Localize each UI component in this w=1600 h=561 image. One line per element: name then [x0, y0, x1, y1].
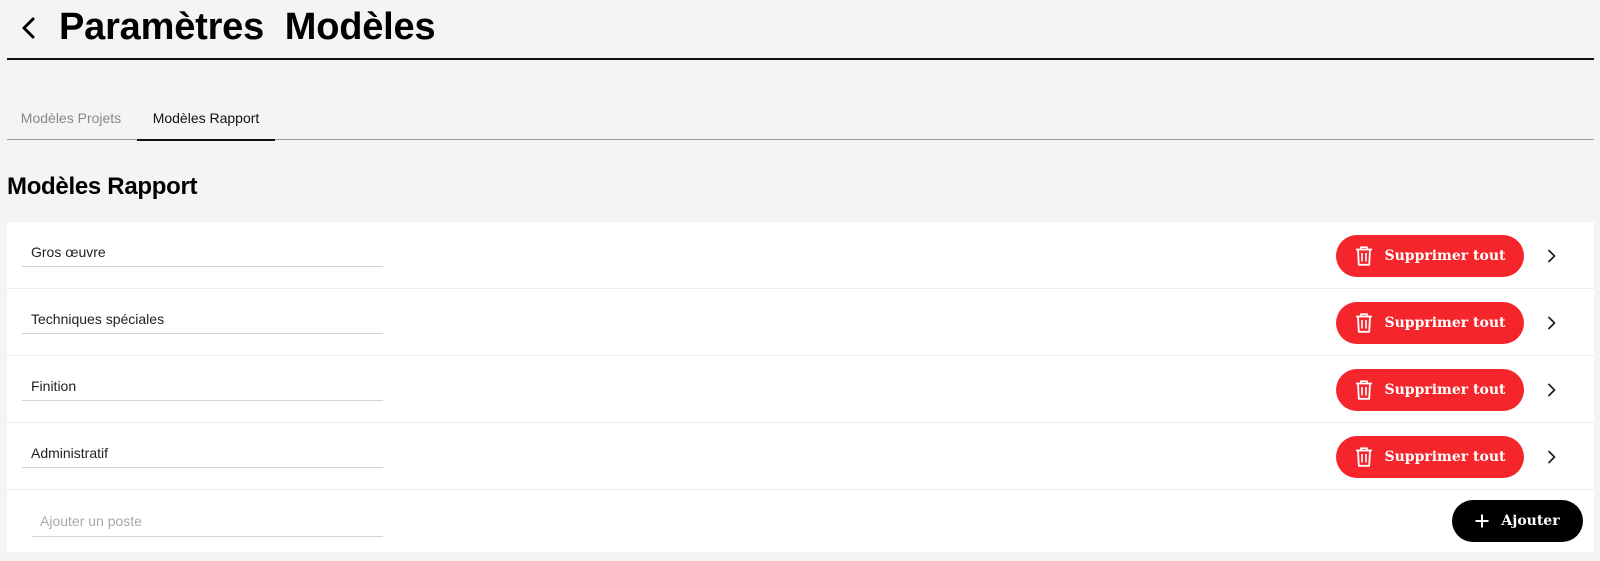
- row-name-field[interactable]: Administratif: [22, 438, 383, 468]
- settings-page: Paramètres Modèles Modèles Projets Modèl…: [0, 0, 1600, 561]
- open-row-button[interactable]: [1541, 245, 1563, 267]
- trash-icon: [1355, 246, 1372, 266]
- delete-all-label: Supprimer tout: [1384, 449, 1506, 465]
- delete-all-button[interactable]: Supprimer tout: [1336, 436, 1524, 478]
- row-name-field[interactable]: Gros œuvre: [22, 237, 383, 267]
- delete-all-button[interactable]: Supprimer tout: [1336, 369, 1524, 411]
- list-item: Administratif Supprimer tout: [7, 423, 1594, 490]
- delete-all-label: Supprimer tout: [1384, 315, 1506, 331]
- add-item-row: Ajouter: [7, 490, 1594, 552]
- chevron-right-icon: [1548, 316, 1556, 330]
- row-name-field[interactable]: Finition: [22, 371, 383, 401]
- delete-all-label: Supprimer tout: [1384, 248, 1506, 264]
- delete-all-button[interactable]: Supprimer tout: [1336, 302, 1524, 344]
- plus-icon: [1475, 514, 1489, 528]
- tab-modeles-rapport[interactable]: Modèles Rapport: [137, 96, 275, 141]
- tab-bar: Modèles Projets Modèles Rapport: [7, 96, 1594, 141]
- chevron-left-icon: [22, 17, 35, 39]
- row-name-field[interactable]: Techniques spéciales: [22, 304, 383, 334]
- trash-icon: [1355, 313, 1372, 333]
- delete-all-button[interactable]: Supprimer tout: [1336, 235, 1524, 277]
- page-header: Paramètres Modèles: [7, 0, 1594, 60]
- chevron-right-icon: [1548, 383, 1556, 397]
- add-item-input[interactable]: [32, 505, 383, 537]
- list-item: Gros œuvre Supprimer tout: [7, 222, 1594, 289]
- open-row-button[interactable]: [1541, 312, 1563, 334]
- back-button[interactable]: [15, 14, 43, 42]
- tab-modeles-projets[interactable]: Modèles Projets: [7, 96, 135, 140]
- open-row-button[interactable]: [1541, 446, 1563, 468]
- report-template-list: Gros œuvre Supprimer tout Techniques spé…: [7, 222, 1594, 552]
- page-title: Paramètres Modèles: [59, 6, 436, 48]
- add-button-label: Ajouter: [1501, 513, 1560, 529]
- trash-icon: [1355, 380, 1372, 400]
- chevron-right-icon: [1548, 249, 1556, 263]
- trash-icon: [1355, 447, 1372, 467]
- open-row-button[interactable]: [1541, 379, 1563, 401]
- add-button[interactable]: Ajouter: [1452, 500, 1583, 542]
- delete-all-label: Supprimer tout: [1384, 382, 1506, 398]
- section-title: Modèles Rapport: [7, 173, 198, 200]
- list-item: Finition Supprimer tout: [7, 356, 1594, 423]
- chevron-right-icon: [1548, 450, 1556, 464]
- list-item: Techniques spéciales Supprimer tout: [7, 289, 1594, 356]
